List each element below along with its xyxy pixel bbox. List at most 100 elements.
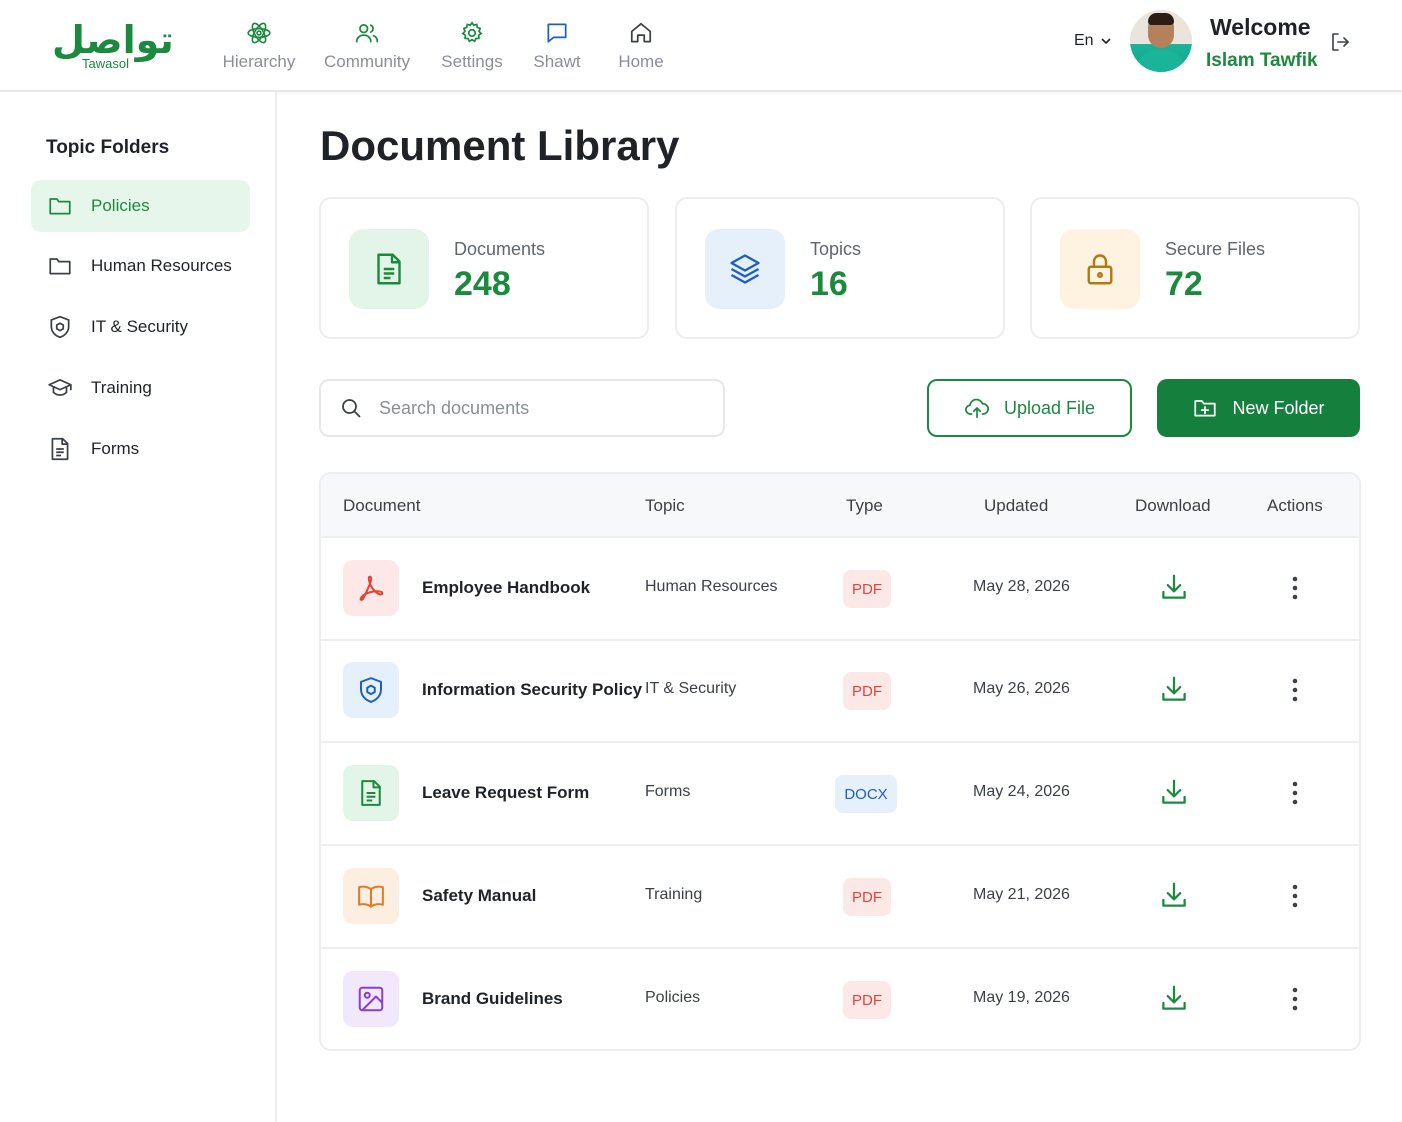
stat-label: Topics <box>810 239 862 259</box>
document-icon <box>377 253 401 285</box>
file-type-icon-box <box>343 868 399 924</box>
sidebar-item-training[interactable]: Training <box>31 362 250 414</box>
column-header-download: Download <box>1135 496 1211 515</box>
table-row[interactable]: Safety Manual Training PDF May 21, 2026 <box>321 846 1359 949</box>
search-icon <box>342 399 361 418</box>
nav-label: Hierarchy <box>222 52 296 71</box>
file-type-icon-box <box>343 560 399 616</box>
stat-icon-box <box>349 229 429 309</box>
more-actions-button[interactable] <box>1283 676 1307 704</box>
home-icon <box>630 22 652 43</box>
cloud-upload-icon <box>965 398 989 419</box>
stat-value: 248 <box>454 265 511 303</box>
upload-file-button[interactable]: Upload File <box>927 379 1132 437</box>
language-selector[interactable]: En <box>1074 32 1112 50</box>
updated-date: May 19, 2026 <box>973 989 1070 1006</box>
download-icon[interactable] <box>1159 777 1189 807</box>
upload-file-label: Upload File <box>1003 397 1096 418</box>
document-topic: IT & Security <box>645 680 737 697</box>
nav-label: Settings <box>441 52 503 71</box>
sidebar: Topic Folders Policies Human Resources I… <box>0 92 277 1122</box>
updated-date: May 24, 2026 <box>973 783 1070 800</box>
document-topic: Policies <box>645 989 701 1006</box>
file-type-badge: PDF <box>843 570 891 608</box>
table-row[interactable]: Leave Request Form Forms DOCX May 24, 20… <box>321 743 1359 846</box>
more-actions-button[interactable] <box>1283 779 1307 807</box>
nav-item-hierarchy[interactable]: Hierarchy <box>209 20 309 72</box>
more-actions-button[interactable] <box>1283 574 1307 602</box>
lock-icon <box>1087 254 1113 285</box>
more-actions-button[interactable] <box>1283 985 1307 1013</box>
column-header-type[interactable]: Type <box>846 496 883 516</box>
column-header-document[interactable]: Document <box>343 496 420 516</box>
download-icon[interactable] <box>1159 572 1189 602</box>
stat-label: Documents <box>454 239 546 259</box>
table-row[interactable]: Information Security Policy IT & Securit… <box>321 640 1359 743</box>
folder-plus-icon <box>1194 400 1217 417</box>
more-vertical-icon <box>1292 884 1298 908</box>
document-name[interactable]: Safety Manual <box>422 886 536 906</box>
image-icon <box>358 986 384 1012</box>
search-input[interactable] <box>379 397 679 419</box>
file-type-icon-box <box>343 765 399 821</box>
shield-icon <box>50 315 70 339</box>
search-box <box>319 379 725 437</box>
nav-item-community[interactable]: Community <box>317 20 417 72</box>
sidebar-item-label: IT & Security <box>91 317 188 336</box>
chat-bubble-icon <box>547 23 567 43</box>
documents-table: Document Topic Type Updated Download Act… <box>319 472 1361 1051</box>
pdf-icon <box>359 575 384 601</box>
nav-item-home[interactable]: Home <box>591 20 691 72</box>
stat-icon-box <box>705 229 785 309</box>
document-icon <box>361 780 381 806</box>
graduation-cap-icon <box>48 379 72 396</box>
updated-date: May 26, 2026 <box>973 680 1070 697</box>
sidebar-item-human-resources[interactable]: Human Resources <box>31 240 250 292</box>
document-name[interactable]: Employee Handbook <box>422 578 590 598</box>
document-topic: Human Resources <box>645 578 778 595</box>
users-icon <box>355 24 379 43</box>
brand-logo[interactable]: تواصل Tawasol <box>52 18 174 74</box>
document-name[interactable]: Brand Guidelines <box>422 989 563 1009</box>
nav-label: Home <box>618 52 664 71</box>
stat-card-secure-files: Secure Files 72 <box>1030 197 1360 339</box>
more-vertical-icon <box>1292 987 1298 1011</box>
sidebar-item-label: Forms <box>91 439 140 458</box>
document-name[interactable]: Leave Request Form <box>422 783 589 803</box>
chevron-down-icon <box>1101 38 1111 45</box>
file-type-icon-box <box>343 662 399 718</box>
logo-english: Tawasol <box>82 56 129 71</box>
document-topic: Forms <box>645 783 691 800</box>
document-name[interactable]: Information Security Policy <box>422 680 642 700</box>
stat-value: 16 <box>810 265 848 303</box>
atom-icon <box>247 22 271 44</box>
download-icon[interactable] <box>1159 983 1189 1013</box>
welcome-text: Welcome <box>1210 14 1311 40</box>
avatar[interactable] <box>1130 10 1192 72</box>
more-vertical-icon <box>1292 576 1298 600</box>
stat-value: 72 <box>1165 265 1203 303</box>
sidebar-item-label: Human Resources <box>91 256 232 275</box>
table-row[interactable]: Employee Handbook Human Resources PDF Ma… <box>321 538 1359 641</box>
stat-icon-box <box>1060 229 1140 309</box>
column-header-updated[interactable]: Updated <box>984 496 1048 516</box>
nav-label: Shawt <box>533 52 581 71</box>
folder-icon <box>49 198 71 215</box>
updated-date: May 21, 2026 <box>973 886 1070 903</box>
new-folder-label: New Folder <box>1232 397 1325 418</box>
sidebar-item-forms[interactable]: Forms <box>31 423 250 475</box>
document-icon <box>51 437 69 461</box>
sidebar-item-it-security[interactable]: IT & Security <box>31 301 250 353</box>
logout-icon[interactable] <box>1328 30 1352 54</box>
language-label: En <box>1074 32 1094 49</box>
more-actions-button[interactable] <box>1283 882 1307 910</box>
new-folder-button[interactable]: New Folder <box>1157 379 1360 437</box>
nav-label: Community <box>324 52 410 71</box>
page-title: Document Library <box>320 122 680 169</box>
column-header-topic[interactable]: Topic <box>645 496 685 516</box>
sidebar-item-label: Training <box>91 378 152 397</box>
download-icon[interactable] <box>1159 880 1189 910</box>
table-row[interactable]: Brand Guidelines Policies PDF May 19, 20… <box>321 949 1359 1049</box>
sidebar-item-policies[interactable]: Policies <box>31 180 250 232</box>
download-icon[interactable] <box>1159 674 1189 704</box>
